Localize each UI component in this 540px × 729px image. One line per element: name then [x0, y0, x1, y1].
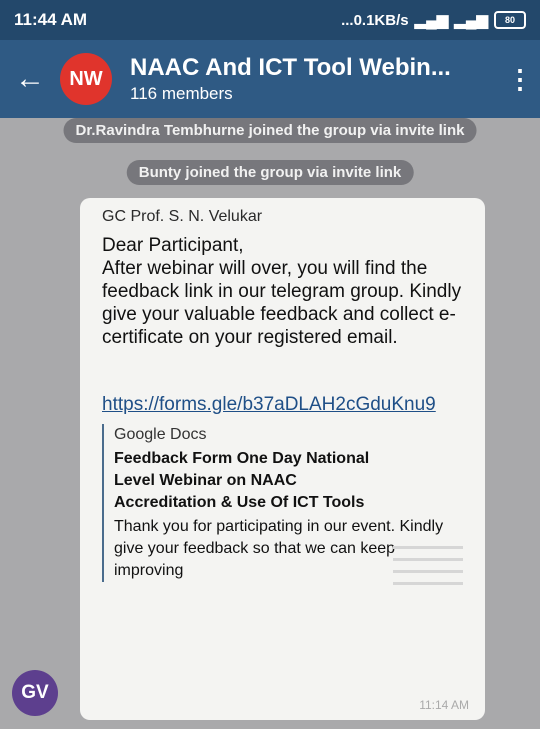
system-message: Bunty joined the group via invite link	[126, 160, 414, 185]
message-link[interactable]: https://forms.gle/b37aDLAH2cGduKnu9	[102, 393, 467, 416]
status-time: 11:44 AM	[14, 10, 88, 29]
preview-thumbnail	[393, 546, 463, 596]
chat-title-block[interactable]: NAAC And ICT Tool Webin... 116 members	[130, 54, 500, 104]
preview-title: Feedback Form One Day National Level Web…	[114, 450, 370, 511]
status-bar: 11:44 AM ...0.1KB/s ▂▄▆ ▂▄▆ 80	[0, 0, 540, 40]
battery-icon: 80	[494, 11, 526, 29]
message-text: Dear Participant, After webinar will ove…	[102, 235, 462, 348]
system-message: Dr.Ravindra Tembhurne joined the group v…	[63, 118, 477, 143]
message-time: 11:14 AM	[419, 698, 469, 712]
member-count: 116 members	[130, 84, 233, 103]
signal-icon-2: ▂▄▆	[454, 12, 488, 29]
signal-icon: ▂▄▆	[414, 12, 449, 29]
back-arrow-icon[interactable]: ←	[0, 62, 60, 96]
chat-title: NAAC And ICT Tool Webin...	[130, 54, 451, 81]
group-avatar[interactable]: NW	[60, 53, 112, 105]
message-bubble[interactable]: GC Prof. S. N. Velukar Dear Participant,…	[80, 198, 485, 720]
preview-site-name: Google Docs	[114, 426, 207, 443]
chat-header: ← NW NAAC And ICT Tool Webin... 116 memb…	[0, 40, 540, 118]
message-sender[interactable]: GC Prof. S. N. Velukar	[102, 208, 467, 226]
network-speed: ...0.1KB/s	[341, 11, 409, 29]
more-options-icon[interactable]: ⋮	[500, 64, 540, 95]
sender-avatar[interactable]: GV	[12, 670, 58, 716]
status-icons: ...0.1KB/s ▂▄▆ ▂▄▆ 80	[341, 11, 526, 29]
